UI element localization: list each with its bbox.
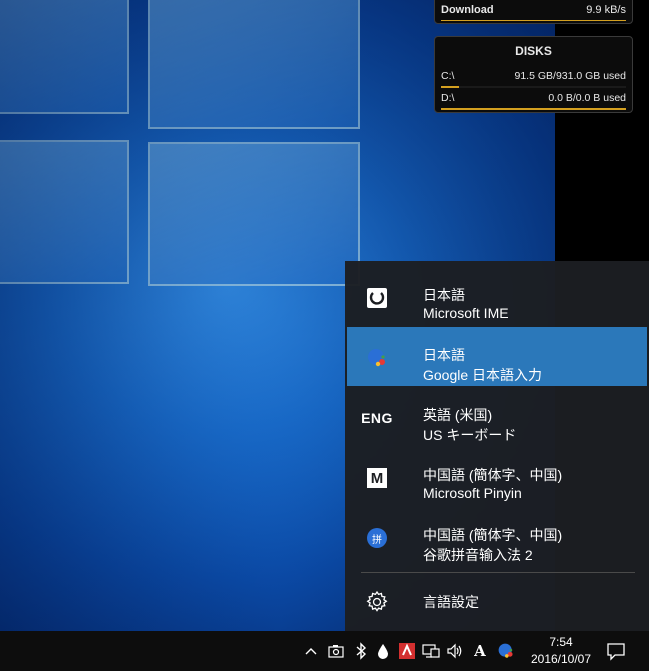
disk-row-c: C:\ 91.5 GB/931.0 GB used xyxy=(441,70,626,84)
network-widget: Download 9.9 kB/s xyxy=(434,0,633,24)
disks-title: DISKS xyxy=(515,44,552,58)
lang-name: 日本語 xyxy=(423,347,465,363)
microsoft-ime-icon xyxy=(365,286,389,310)
lang-sub: Microsoft Pinyin xyxy=(423,485,522,501)
action-center-icon[interactable] xyxy=(606,641,626,661)
disk-usage-bar-d xyxy=(441,108,626,110)
lang-item-english-us[interactable]: ENG 英語 (米国) US キーボード xyxy=(347,387,647,446)
download-value: 9.9 kB/s xyxy=(586,4,626,16)
eng-icon: ENG xyxy=(361,410,393,426)
gear-icon xyxy=(365,590,389,614)
lang-name: 中国語 (簡体字、中国) xyxy=(423,467,563,483)
lang-name: 英語 (米国) xyxy=(423,407,493,423)
lang-sub: US キーボード xyxy=(423,427,517,443)
disk-row-d: D:\ 0.0 B/0.0 B used xyxy=(441,92,626,106)
bluetooth-icon[interactable] xyxy=(352,641,370,661)
download-label: Download xyxy=(441,4,494,16)
screenshot-icon[interactable] xyxy=(327,641,345,661)
lang-name: 日本語 xyxy=(423,287,465,303)
lang-sub: Microsoft IME xyxy=(423,305,509,321)
settings-label: 言語設定 xyxy=(423,594,479,610)
clock-time: 7:54 xyxy=(549,635,573,649)
taskbar: A 7:54 2016/10/07 xyxy=(0,631,649,671)
disk-name: C:\ xyxy=(441,70,455,82)
ime-mode-indicator[interactable]: A xyxy=(471,641,489,661)
lang-sub: Google 日本語入力 xyxy=(423,367,543,383)
flyout-divider xyxy=(361,572,635,573)
network-icon[interactable] xyxy=(422,641,440,661)
microsoft-pinyin-icon: M xyxy=(365,466,389,490)
disks-widget: DISKS C:\ 91.5 GB/931.0 GB used D:\ 0.0 … xyxy=(434,36,633,113)
clock[interactable]: 7:54 2016/10/07 xyxy=(528,634,594,668)
volume-icon[interactable] xyxy=(446,641,464,661)
clock-date: 2016/10/07 xyxy=(530,652,592,666)
language-flyout: 日本語 Microsoft IME 日本語 Google 日本語入力 ENG 英… xyxy=(345,261,649,631)
google-ime-tray-icon[interactable] xyxy=(497,641,515,661)
google-pinyin-icon: 拼 xyxy=(365,526,389,550)
disk-usage: 91.5 GB/931.0 GB used xyxy=(514,70,627,82)
language-settings-link[interactable]: 言語設定 xyxy=(347,577,647,625)
lang-item-google-ime[interactable]: 日本語 Google 日本語入力 xyxy=(347,327,647,386)
antivirus-icon[interactable] xyxy=(398,641,416,661)
disk-usage: 0.0 B/0.0 B used xyxy=(548,92,626,104)
lang-name: 中国語 (簡体字、中国) xyxy=(423,527,563,543)
lang-sub: 谷歌拼音输入法 2 xyxy=(423,547,533,563)
disk-name: D:\ xyxy=(441,92,455,104)
droplet-icon[interactable] xyxy=(374,641,392,661)
show-hidden-icons-chevron-icon[interactable] xyxy=(302,641,320,661)
disk-usage-bar-c xyxy=(441,86,626,88)
download-bar xyxy=(441,20,626,21)
google-ime-icon xyxy=(365,346,389,370)
lang-item-google-pinyin[interactable]: 拼 中国語 (簡体字、中国) 谷歌拼音输入法 2 xyxy=(347,507,647,566)
lang-item-microsoft-pinyin[interactable]: M 中国語 (簡体字、中国) Microsoft Pinyin xyxy=(347,447,647,506)
lang-item-microsoft-ime[interactable]: 日本語 Microsoft IME xyxy=(347,267,647,326)
